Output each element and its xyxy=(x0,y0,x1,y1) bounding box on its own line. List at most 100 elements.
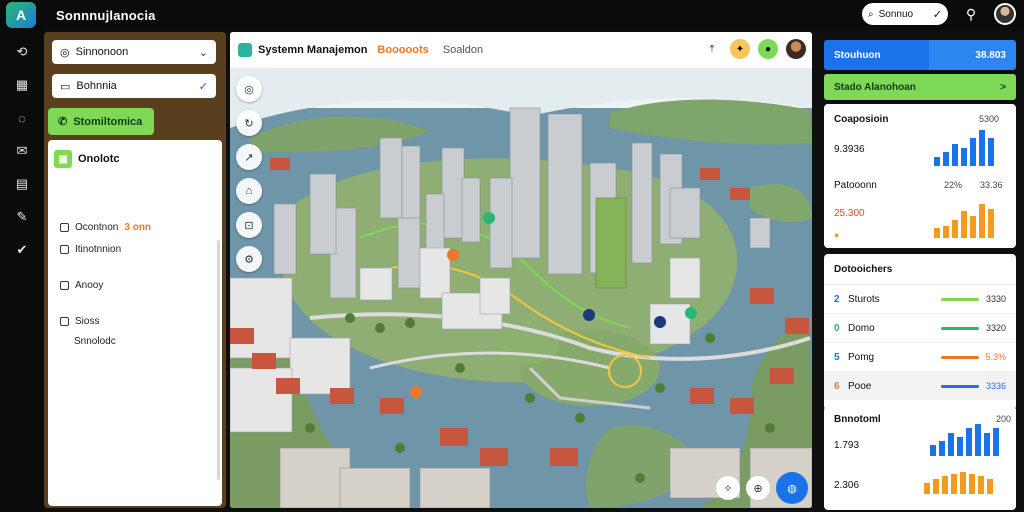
stat-value: 5.3% xyxy=(985,352,1006,362)
status-bar[interactable]: Stado Alanohoan > xyxy=(824,74,1016,100)
active-nav-item[interactable]: ✆ Stomiltomica xyxy=(48,108,154,135)
avatar[interactable] xyxy=(994,3,1016,25)
app-logo[interactable]: A xyxy=(6,2,36,28)
dotooichers-card: Dotooichers 2 Sturots 3330 0 Domo 3320 5… xyxy=(824,254,1016,410)
layer-section: ▣ Onolotc xyxy=(54,150,120,168)
left-rail: ⟲ ▦ ◌ ✉ ▤ ✎ ✔ xyxy=(0,30,44,512)
globe-icon[interactable]: ◍ xyxy=(776,472,808,504)
active-nav-label: Stomiltomica xyxy=(73,115,143,128)
home-icon[interactable]: ⌂ xyxy=(236,178,262,204)
stats-header[interactable]: Stouhuon 38.803 xyxy=(824,40,1016,70)
share-icon[interactable]: ↗ xyxy=(236,144,262,170)
mail-icon[interactable]: ✉ xyxy=(14,143,30,159)
user-icon[interactable]: ✦ xyxy=(730,39,750,59)
layer-checkbox-1[interactable]: Ocontnon 3 onn xyxy=(60,222,151,233)
card-icon[interactable]: ▤ xyxy=(14,176,30,192)
layer-footer: Snnolodc xyxy=(74,336,116,347)
mini-bar xyxy=(952,220,958,238)
stat-bar xyxy=(941,355,979,359)
map-marker[interactable] xyxy=(583,309,595,321)
stat-row[interactable]: 2 Sturots 3330 xyxy=(824,284,1016,313)
layer-label: Ocontnon xyxy=(75,222,119,233)
mini-bar xyxy=(970,216,976,238)
map-app-icon xyxy=(238,43,252,57)
layer-checkbox-2[interactable]: Itinotnnion xyxy=(60,244,121,255)
map-marker[interactable] xyxy=(685,307,697,319)
checkbox[interactable] xyxy=(60,223,69,232)
composition-card: Coaposioin 5300 9.3936 Patooonn 22% 33.3… xyxy=(824,104,1016,248)
layer-section-title: Onolotc xyxy=(78,153,120,165)
sync-icon[interactable]: ⟲ xyxy=(14,44,30,60)
tab-secondary[interactable]: Soaldon xyxy=(443,44,483,56)
scrollbar[interactable] xyxy=(217,240,220,480)
mini-bar xyxy=(943,152,949,166)
city-map[interactable] xyxy=(230,68,812,508)
stat-key: 5 xyxy=(834,351,840,363)
map-canvas[interactable] xyxy=(230,68,812,508)
tab-active[interactable]: Booooots xyxy=(377,44,428,56)
map-header: Systemn Manajemon Booooots Soaldon ⤒ ✦ ● xyxy=(230,32,812,68)
layer-checkbox-3[interactable]: Anooy xyxy=(60,280,103,291)
avatar[interactable] xyxy=(786,39,806,59)
filter-dropdown-1-label: Sinnonoon xyxy=(75,46,129,58)
zoom-icon[interactable]: ⊕ xyxy=(746,476,770,500)
location-icon[interactable]: ● xyxy=(758,39,778,59)
stat-label: Pooe xyxy=(848,380,872,392)
search-icon[interactable]: ⚲ xyxy=(960,3,982,25)
mini-bar xyxy=(957,437,963,456)
mini-bar xyxy=(943,226,949,238)
card-value: 25.300 xyxy=(834,208,865,219)
coin-icon: ● xyxy=(834,230,840,240)
map-title: Systemn Manajemon xyxy=(258,44,368,56)
checkbox[interactable] xyxy=(60,281,69,290)
refresh-icon[interactable]: ↻ xyxy=(236,110,262,136)
stat-row[interactable]: 5 Pomg 5.3% xyxy=(824,342,1016,371)
checkbox[interactable] xyxy=(60,317,69,326)
stat-key: 2 xyxy=(834,293,840,305)
stat-value: 3330 xyxy=(985,294,1006,304)
layer-label: Itinotnnion xyxy=(75,244,122,255)
stat-row[interactable]: 6 Pooe 3336 xyxy=(824,371,1016,400)
mini-bar xyxy=(987,479,993,494)
map-marker[interactable] xyxy=(483,212,495,224)
mini-bar xyxy=(948,433,954,456)
settings-icon[interactable]: ⚙ xyxy=(236,246,262,272)
search-icon: ⌕ xyxy=(868,8,874,20)
card-value: 9.3936 xyxy=(834,144,865,155)
chevron-down-icon: ⌄ xyxy=(198,46,208,59)
mini-bar xyxy=(979,204,985,238)
map-panel: Systemn Manajemon Booooots Soaldon ⤒ ✦ ● xyxy=(230,32,812,508)
layer-checkbox-4[interactable]: Sioss xyxy=(60,316,99,327)
lock-icon[interactable]: ⊡ xyxy=(236,212,262,238)
map-marker[interactable] xyxy=(410,386,422,398)
search-value: Sonnuo xyxy=(878,8,914,20)
check-circle-icon[interactable]: ✔ xyxy=(14,242,30,258)
calendar-icon[interactable]: ▦ xyxy=(14,77,30,93)
map-marker[interactable] xyxy=(447,249,459,261)
map-marker[interactable] xyxy=(654,316,666,328)
stats-header-value: 38.803 xyxy=(975,49,1006,61)
chat-icon[interactable]: ◌ xyxy=(14,110,30,126)
map-tool-column: ◎ ↻ ↗ ⌂ ⊡ ⚙ xyxy=(236,76,262,272)
bnnotoml-card: Bnnotoml 200 1.793 2.306 xyxy=(824,406,1016,510)
map-toolbar: ⤒ ✦ ● xyxy=(702,39,806,59)
layers-icon[interactable]: ◎ xyxy=(236,76,262,102)
mini-bar xyxy=(988,138,994,166)
layers-icon: ▣ xyxy=(54,150,72,168)
mini-bar xyxy=(933,479,939,494)
upload-icon[interactable]: ⤒ xyxy=(702,39,722,59)
app-title: Sonnnujlanocia xyxy=(56,7,156,23)
stat-row[interactable]: 0 Domo 3320 xyxy=(824,313,1016,342)
stat-bar xyxy=(941,297,979,301)
mini-bar xyxy=(961,211,967,238)
mini-bar xyxy=(993,428,999,456)
edit-icon[interactable]: ✎ xyxy=(14,209,30,225)
stat-key: 6 xyxy=(834,380,840,392)
checkbox[interactable] xyxy=(60,245,69,254)
filter-dropdown-1[interactable]: ◎ Sinnonoon ⌄ xyxy=(52,40,216,64)
layer-footer-label: Snnolodc xyxy=(74,336,116,347)
filter-dropdown-2[interactable]: ▭ Bohnnia ✓ xyxy=(52,74,216,98)
card-label: Patooonn xyxy=(834,180,877,191)
compass-icon[interactable]: ✧ xyxy=(716,476,740,500)
search-field[interactable]: ⌕ Sonnuo ✓ xyxy=(862,3,948,25)
